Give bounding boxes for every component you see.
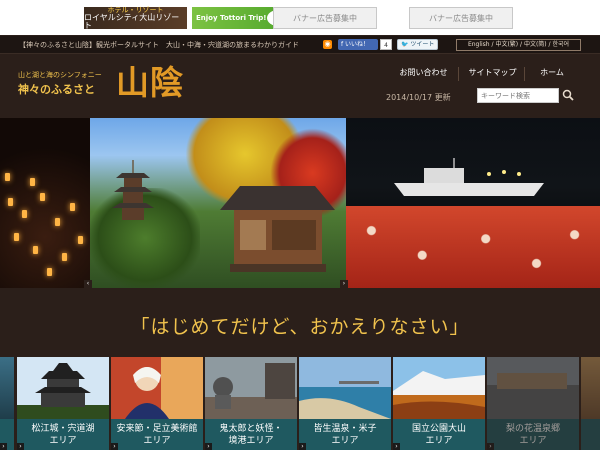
- lantern: [40, 193, 45, 201]
- banner-label: Enjoy Tottori Trip!: [196, 14, 267, 22]
- lantern: [55, 218, 60, 226]
- area-label: 安来節・足立美術館 エリア: [116, 424, 198, 446]
- facebook-like-button[interactable]: f いいね！: [338, 39, 378, 50]
- lantern-festival-image: [0, 118, 90, 288]
- nashinohana-onsen-image: [487, 357, 579, 419]
- lantern: [8, 198, 13, 206]
- temple-building: [220, 186, 335, 272]
- lantern: [47, 268, 52, 276]
- arrow-icon: ›: [487, 443, 494, 450]
- arrow-icon: ›: [299, 443, 306, 450]
- site-description: 【神々のふるさと山陰】観光ポータルサイト 大山・中海・宍道湖の旅まるわかりガイド: [19, 41, 299, 49]
- yokai-street-image: [205, 357, 297, 419]
- search-icon[interactable]: [562, 89, 574, 101]
- arrow-icon: ›: [393, 443, 400, 450]
- welcome-message-section: 「はじめてだけど、おかえりなさい」: [0, 288, 600, 356]
- facebook-like-label: いいね！: [345, 41, 370, 48]
- fishing-boat: [394, 158, 544, 196]
- lantern: [33, 246, 38, 254]
- lantern: [5, 173, 10, 181]
- area-card-partial[interactable]: [581, 357, 600, 450]
- area-carousel: › 松江城・宍道湖 エリア › 安来節・足立美術館 エリア › 鬼太郎と妖怪・ …: [0, 356, 600, 450]
- lantern: [14, 233, 19, 241]
- lantern: [22, 210, 27, 218]
- matsue-castle-image: [17, 357, 109, 419]
- area-card-sakaiminato[interactable]: 鬼太郎と妖怪・ 境港エリア ›: [205, 357, 297, 450]
- area-card-partial[interactable]: ›: [0, 357, 14, 450]
- lantern: [78, 236, 83, 244]
- lantern: [70, 203, 75, 211]
- lantern: [62, 253, 67, 261]
- banner-ad-slot-1[interactable]: バナー広告募集中: [273, 7, 377, 29]
- area-label: 梨の花温泉郷 エリア: [505, 424, 560, 446]
- autumn-temple-image: [90, 118, 346, 288]
- area-image: [0, 357, 14, 419]
- search-input[interactable]: [477, 88, 559, 103]
- site-header: 山と湖と海のシンフォニー 神々のふるさと 山陰 お問い合わせ サイトマップ ホー…: [0, 55, 600, 117]
- facebook-like-count: 4: [380, 39, 392, 50]
- pagoda-icon: [112, 160, 154, 220]
- banner-ad-label: バナー広告募集中: [293, 13, 357, 23]
- area-card-daisen[interactable]: 国立公園大山 エリア ›: [393, 357, 485, 450]
- arrow-icon: ›: [205, 443, 212, 450]
- twitter-tweet-button[interactable]: 🐦 ツイート: [397, 39, 438, 50]
- daisen-mountain-image: [393, 357, 485, 419]
- crab-market-image: [346, 118, 600, 288]
- banner-ad-slot-2[interactable]: バナー広告募集中: [409, 7, 513, 29]
- slide-next-arrow[interactable]: ›: [340, 280, 348, 288]
- royal-city-daisen-banner[interactable]: ホテル・リゾート ロイヤルシティ大山リゾート: [84, 6, 187, 30]
- last-updated: 2014/10/17 更新: [386, 93, 451, 102]
- rss-icon[interactable]: ◉: [323, 40, 332, 49]
- tweet-label: ツイート: [410, 41, 435, 48]
- area-card-kaike[interactable]: 皆生温泉・米子 エリア ›: [299, 357, 391, 450]
- area-card-yasugi[interactable]: 安来節・足立美術館 エリア ›: [111, 357, 203, 450]
- info-bar: 【神々のふるさと山陰】観光ポータルサイト 大山・中海・宍道湖の旅まるわかりガイド…: [0, 36, 600, 54]
- banner-ad-label: バナー広告募集中: [429, 13, 493, 23]
- area-label: 皆生温泉・米子 エリア: [313, 424, 377, 446]
- banner-title: ロイヤルシティ大山リゾート: [84, 12, 180, 30]
- arrow-icon: ›: [111, 443, 118, 450]
- crab-display: [346, 206, 600, 288]
- yasugi-dancer-image: [111, 357, 203, 419]
- arrow-icon: ›: [0, 443, 7, 450]
- lantern: [30, 178, 35, 186]
- kaike-beach-image: [299, 357, 391, 419]
- area-card-matsue[interactable]: 松江城・宍道湖 エリア ›: [17, 357, 109, 450]
- area-image: [581, 357, 600, 419]
- nav-sitemap[interactable]: サイトマップ: [461, 67, 525, 81]
- nav-contact[interactable]: お問い合わせ: [389, 67, 459, 81]
- area-label: 松江城・宍道湖 エリア: [31, 424, 95, 446]
- site-name[interactable]: 神々のふるさと: [18, 81, 95, 97]
- site-logo[interactable]: 山陰: [116, 63, 184, 103]
- hero-slideshow[interactable]: ‹ ›: [0, 118, 600, 288]
- area-card-nashinohana[interactable]: 梨の花温泉郷 エリア ›: [487, 357, 579, 450]
- site-tagline: 山と湖と海のシンフォニー: [18, 71, 102, 79]
- slide-prev-arrow[interactable]: ‹: [84, 280, 92, 288]
- language-selector[interactable]: English / 中文(繁) / 中文(简) / 한국어: [456, 39, 581, 51]
- top-banner-strip: ホテル・リゾート ロイヤルシティ大山リゾート Enjoy Tottori Tri…: [0, 0, 600, 35]
- area-label: 国立公園大山 エリア: [411, 424, 466, 446]
- area-label: 鬼太郎と妖怪・ 境港エリア: [219, 424, 283, 446]
- nav-home[interactable]: ホーム: [527, 67, 577, 81]
- welcome-message: 「はじめてだけど、おかえりなさい」: [130, 316, 470, 338]
- arrow-icon: ›: [17, 443, 24, 450]
